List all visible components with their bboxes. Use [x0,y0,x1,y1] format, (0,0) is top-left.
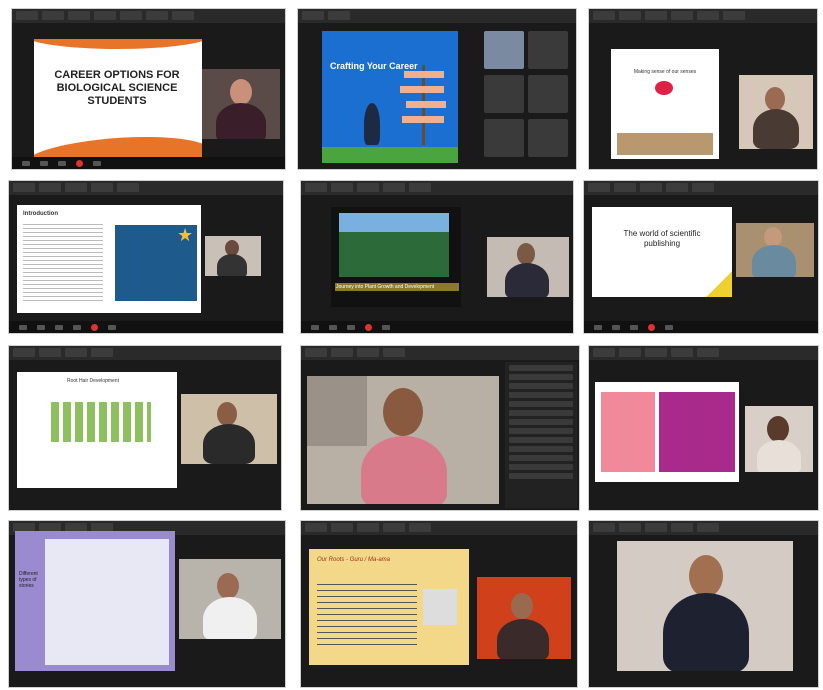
meeting-toolbar [301,521,577,535]
presenter-video [487,237,569,297]
comic-illustration [601,392,655,472]
screenshot-tile-1: CAREER OPTIONS FOR BIOLOGICAL SCIENCE ST… [11,8,286,170]
meeting-toolbar [9,346,281,360]
meeting-toolbar [589,346,818,360]
slide-title: Journey into Plant Growth and Developmen… [335,283,459,291]
presentation-slide: The world of scientific publishing [592,207,732,297]
forest-photo [339,213,449,277]
screenshot-tile-7: Root Hair Development [8,345,282,511]
presentation-slide: CAREER OPTIONS FOR BIOLOGICAL SCIENCE ST… [34,39,202,164]
screenshot-tile-3: Making sense of our senses [588,8,818,170]
participant-tile [484,75,524,113]
meeting-toolbar [589,9,817,23]
participants-panel [505,362,577,508]
end-call-icon [648,323,655,331]
orange-wave-graphic [34,39,202,49]
screenshot-tile-10: Different types of stories [8,520,286,688]
screenshot-tile-8 [300,345,580,511]
screenshot-tile-11: Our Roots - Guru / Ma-ama [300,520,578,688]
participant-tile [484,31,524,69]
yellow-corner [706,271,732,297]
end-call-icon [76,159,83,167]
presentation-slide: Root Hair Development [17,372,177,488]
screenshot-tile-4: Introduction ★ [8,180,284,334]
meeting-controls [301,321,573,333]
slide-title: Introduction [23,211,58,217]
presenter-video [745,406,813,472]
presentation-slide: Our Roots - Guru / Ma-ama [309,549,469,665]
screenshot-tile-6: The world of scientific publishing [583,180,819,334]
meeting-toolbar [301,181,573,195]
presenter-video [477,577,571,659]
screenshot-tile-5: Journey into Plant Growth and Developmen… [300,180,574,334]
end-call-icon [365,323,372,331]
screenshot-tile-9 [588,345,819,511]
meeting-toolbar [298,9,576,23]
participant-tile [528,75,568,113]
main-participant-video [617,541,793,671]
slide-title: CAREER OPTIONS FOR BIOLOGICAL SCIENCE ST… [54,69,180,107]
slide-title: Making sense of our senses [633,69,697,75]
slide-title: The world of scientific publishing [623,229,701,248]
screenshot-tile-2: Crafting Your Career [297,8,577,170]
slide-title: Crafting Your Career [330,61,418,71]
businessman-illustration [364,103,380,145]
end-call-icon [91,323,98,331]
presenter-video [202,69,280,139]
meeting-toolbar [584,181,818,195]
participant-tile [528,31,568,69]
slide-title: Our Roots - Guru / Ma-ama [317,557,391,563]
meeting-controls [584,321,818,333]
presentation-slide [595,382,739,482]
collage-image [45,539,169,665]
presenter-video [181,394,277,464]
meeting-controls [12,157,285,169]
presentation-slide: Making sense of our senses [611,49,719,159]
meeting-toolbar [301,346,579,360]
meeting-toolbar [589,521,818,535]
presenter-video [736,223,814,277]
participant-tile [528,119,568,157]
root-hair-diagram [51,402,151,442]
presentation-slide: Introduction ★ [17,205,201,313]
magenta-panel [659,392,735,472]
presentation-slide: Different types of stories [15,531,175,671]
sketch-portrait [423,589,457,625]
main-participant-video [307,376,499,504]
participant-tile [484,119,524,157]
meeting-toolbar [12,9,285,23]
meeting-controls [9,321,283,333]
presenter-video [739,75,813,149]
meeting-toolbar [9,181,283,195]
screenshot-tile-12 [588,520,819,688]
star-icon: ★ [177,225,194,245]
presenter-video [205,236,261,276]
leaf-logo [655,81,673,95]
slide-title: Root Hair Development [67,378,119,384]
slide-title: Different types of stories [19,571,38,589]
presentation-slide: Journey into Plant Growth and Developmen… [331,207,461,307]
presenter-video [179,559,281,639]
presentation-slide: Crafting Your Career [322,31,458,163]
